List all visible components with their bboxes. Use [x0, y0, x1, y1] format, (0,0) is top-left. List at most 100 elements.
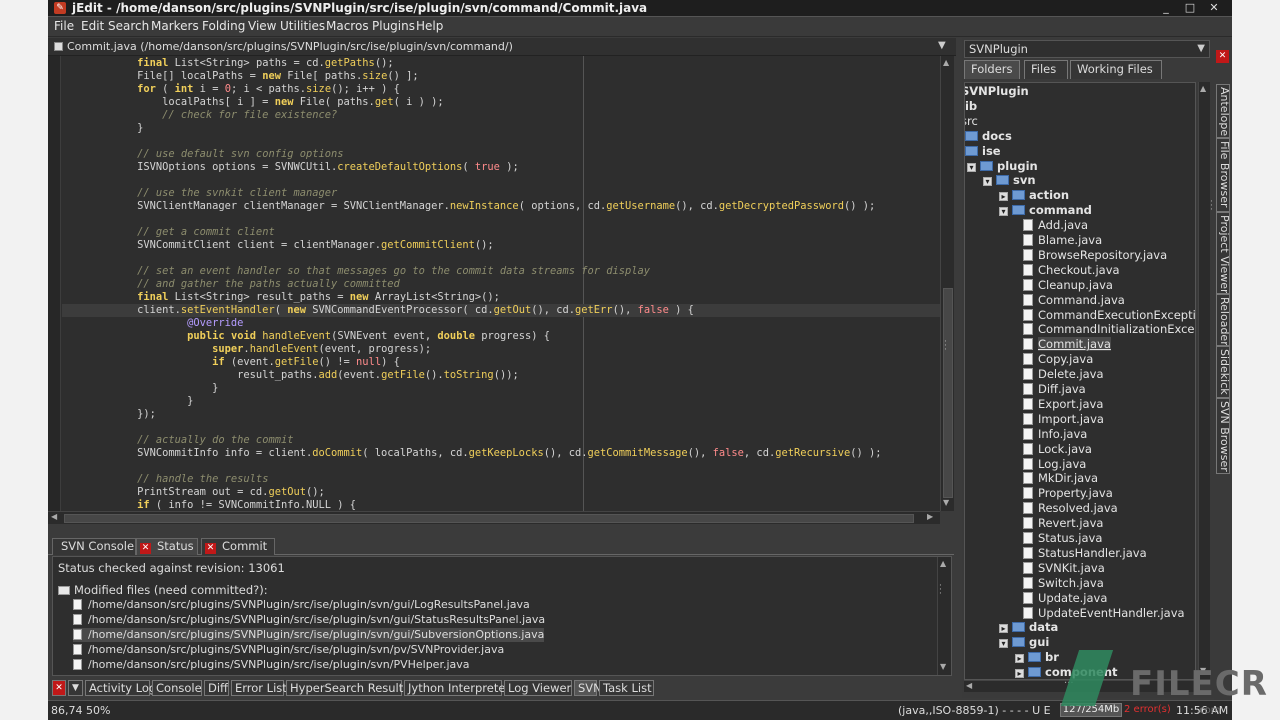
scroll-down-icon[interactable]: ▼ [940, 662, 946, 671]
tab-files[interactable]: Files [1024, 60, 1068, 79]
tree-file-item[interactable]: Command.java [1023, 293, 1125, 308]
tree-file-item[interactable]: Import.java [1023, 412, 1104, 427]
tree-file-item[interactable]: Log.java [1023, 457, 1086, 472]
scroll-up-icon[interactable]: ▲ [940, 559, 946, 568]
dock-button-activity-log[interactable]: Activity Log [85, 680, 156, 696]
splitter-handle-icon[interactable]: · · · [1210, 198, 1213, 215]
scroll-left-icon[interactable]: ◀ [966, 681, 972, 690]
tab-commit[interactable]: ✕ Commit [201, 538, 275, 555]
menu-plugins[interactable]: Plugins [372, 19, 415, 33]
tree-file-item[interactable]: Status.java [1023, 531, 1102, 546]
tree-folder-item[interactable]: docs [965, 129, 1012, 144]
close-tab-icon[interactable]: ✕ [205, 543, 216, 554]
editor-scroll-thumb[interactable] [943, 288, 953, 498]
tree-vertical-scrollbar[interactable]: ▲ ▼ [1198, 82, 1210, 680]
tree-file-item[interactable]: SVNKit.java [1023, 561, 1105, 576]
modified-file-item[interactable]: /home/danson/src/plugins/SVNPlugin/src/i… [73, 643, 504, 657]
tree-file-item[interactable]: Revert.java [1023, 516, 1103, 531]
splitter-handle-icon[interactable]: · · · [944, 338, 947, 355]
collapse-icon[interactable]: ▾ [999, 207, 1008, 217]
editor-horizontal-scrollbar[interactable]: ◀ ▶ [48, 511, 940, 524]
modified-file-item[interactable]: /home/danson/src/plugins/SVNPlugin/src/i… [73, 658, 470, 672]
editor-hscroll-thumb[interactable] [64, 514, 914, 523]
tree-folder-item[interactable]: ▾ gui [999, 635, 1049, 650]
modified-file-item[interactable]: /home/danson/src/plugins/SVNPlugin/src/i… [73, 598, 530, 612]
buffer-checkbox[interactable] [54, 42, 63, 51]
collapse-icon[interactable]: ▾ [983, 177, 992, 187]
dock-button-jython-interpreter[interactable]: Jython Interpreter [404, 680, 510, 696]
scroll-left-icon[interactable]: ◀ [51, 512, 57, 521]
dock-antelope[interactable]: Antelope [1216, 84, 1230, 138]
code-editor[interactable]: final List<String> paths = cd.getPaths()… [48, 56, 940, 511]
tree-file-item[interactable]: Delete.java [1023, 367, 1104, 382]
splitter-handle-icon[interactable]: · · · [939, 582, 942, 599]
modified-file-item[interactable]: /home/danson/src/plugins/SVNPlugin/src/i… [73, 628, 545, 642]
scroll-right-icon[interactable]: ▶ [927, 512, 933, 521]
tree-file-item[interactable]: Switch.java [1023, 576, 1104, 591]
menu-help[interactable]: Help [416, 19, 443, 33]
tree-folder-item[interactable]: lib [965, 99, 977, 114]
menu-view[interactable]: View [248, 19, 276, 33]
buffer-mode-encoding[interactable]: (java,,ISO-8859-1) - - - - U E [898, 704, 1051, 717]
minimize-button[interactable]: _ [1158, 1, 1174, 15]
dock-button-console[interactable]: Console [152, 680, 202, 696]
tree-file-item[interactable]: Export.java [1023, 397, 1103, 412]
tree-file-item[interactable]: Lock.java [1023, 442, 1092, 457]
dock-menu-chevron-icon[interactable]: ▼ [68, 680, 83, 696]
menu-macros[interactable]: Macros [326, 19, 369, 33]
tree-file-item[interactable]: Blame.java [1023, 233, 1102, 248]
tree-folder-item[interactable]: ▸ action [999, 188, 1069, 203]
caret-position[interactable]: 86,74 50% [51, 704, 110, 717]
chevron-down-icon[interactable]: ▼ [1197, 41, 1205, 57]
tree-file-item[interactable]: Resolved.java [1023, 501, 1118, 516]
dock-button-diff[interactable]: Diff [204, 680, 229, 696]
modified-files-node[interactable]: Modified files (need committed?): [58, 583, 268, 597]
tree-file-item[interactable]: Commit.java [1023, 337, 1111, 352]
tree-file-item[interactable]: Copy.java [1023, 352, 1093, 367]
expand-icon[interactable]: ▸ [999, 624, 1008, 634]
tree-file-item[interactable]: UpdateEventHandler.java [1023, 606, 1185, 621]
tree-file-item[interactable]: Diff.java [1023, 382, 1086, 397]
dock-svn-browser[interactable]: SVN Browser [1216, 398, 1230, 474]
dock-file-browser[interactable]: File Browser [1216, 138, 1230, 212]
tab-working-files[interactable]: Working Files [1070, 60, 1162, 79]
menu-file[interactable]: File [54, 19, 74, 33]
plugin-selector[interactable]: SVNPlugin ▼ [964, 40, 1210, 58]
menu-utilities[interactable]: Utilities [280, 19, 325, 33]
menu-markers[interactable]: Markers [151, 19, 199, 33]
expand-icon[interactable]: ▸ [999, 192, 1008, 202]
tab-status[interactable]: ✕ Status [136, 538, 198, 555]
dock-button-log-viewer[interactable]: Log Viewer [504, 680, 572, 696]
tree-folder-item[interactable]: ▸ br [1015, 650, 1059, 665]
tree-file-item[interactable]: Info.java [1023, 427, 1087, 442]
tree-folder-item[interactable]: ▾ svn [983, 173, 1036, 188]
close-window-button[interactable]: ✕ [1206, 1, 1222, 15]
collapse-icon[interactable]: ▾ [967, 162, 976, 172]
dock-button-hypersearch-results[interactable]: HyperSearch Results [286, 680, 409, 696]
chevron-down-icon[interactable]: ▼ [938, 40, 946, 51]
tree-file-item[interactable]: Update.java [1023, 591, 1107, 606]
status-vertical-scrollbar[interactable]: ▲ ▼ [937, 557, 951, 675]
scroll-down-icon[interactable]: ▼ [943, 498, 949, 507]
modified-file-item[interactable]: /home/danson/src/plugins/SVNPlugin/src/i… [73, 613, 545, 627]
tree-file-item[interactable]: Property.java [1023, 486, 1113, 501]
tree-file-item[interactable]: Cleanup.java [1023, 278, 1113, 293]
tree-folder-item[interactable]: src [965, 114, 978, 129]
editor-vertical-scrollbar[interactable]: ▲ ▼ [940, 56, 954, 511]
project-tree[interactable]: SVNPluginlibsrcdocsise ▾ plugin ▾ svn ▸ action… [964, 82, 1196, 680]
tree-file-item[interactable]: StatusHandler.java [1023, 546, 1147, 561]
close-dock-icon[interactable]: ✕ [52, 680, 66, 696]
tree-folder-item[interactable]: SVNPlugin [965, 84, 1029, 99]
dock-button-error-list[interactable]: Error List [231, 680, 287, 696]
tree-file-item[interactable]: Add.java [1023, 218, 1088, 233]
tree-file-item[interactable]: MkDir.java [1023, 471, 1098, 486]
expand-icon[interactable]: ▸ [1015, 654, 1024, 664]
tab-folders[interactable]: Folders [964, 60, 1020, 79]
tree-folder-item[interactable]: ▾ plugin [967, 159, 1038, 174]
menu-folding[interactable]: Folding [202, 19, 245, 33]
tree-folder-item[interactable]: ▸ data [999, 620, 1058, 635]
tree-file-item[interactable]: Checkout.java [1023, 263, 1120, 278]
dock-sidekick[interactable]: Sidekick [1216, 346, 1230, 398]
dock-button-svn[interactable]: SVN [574, 680, 602, 696]
dock-button-task-list[interactable]: Task List [599, 680, 654, 696]
